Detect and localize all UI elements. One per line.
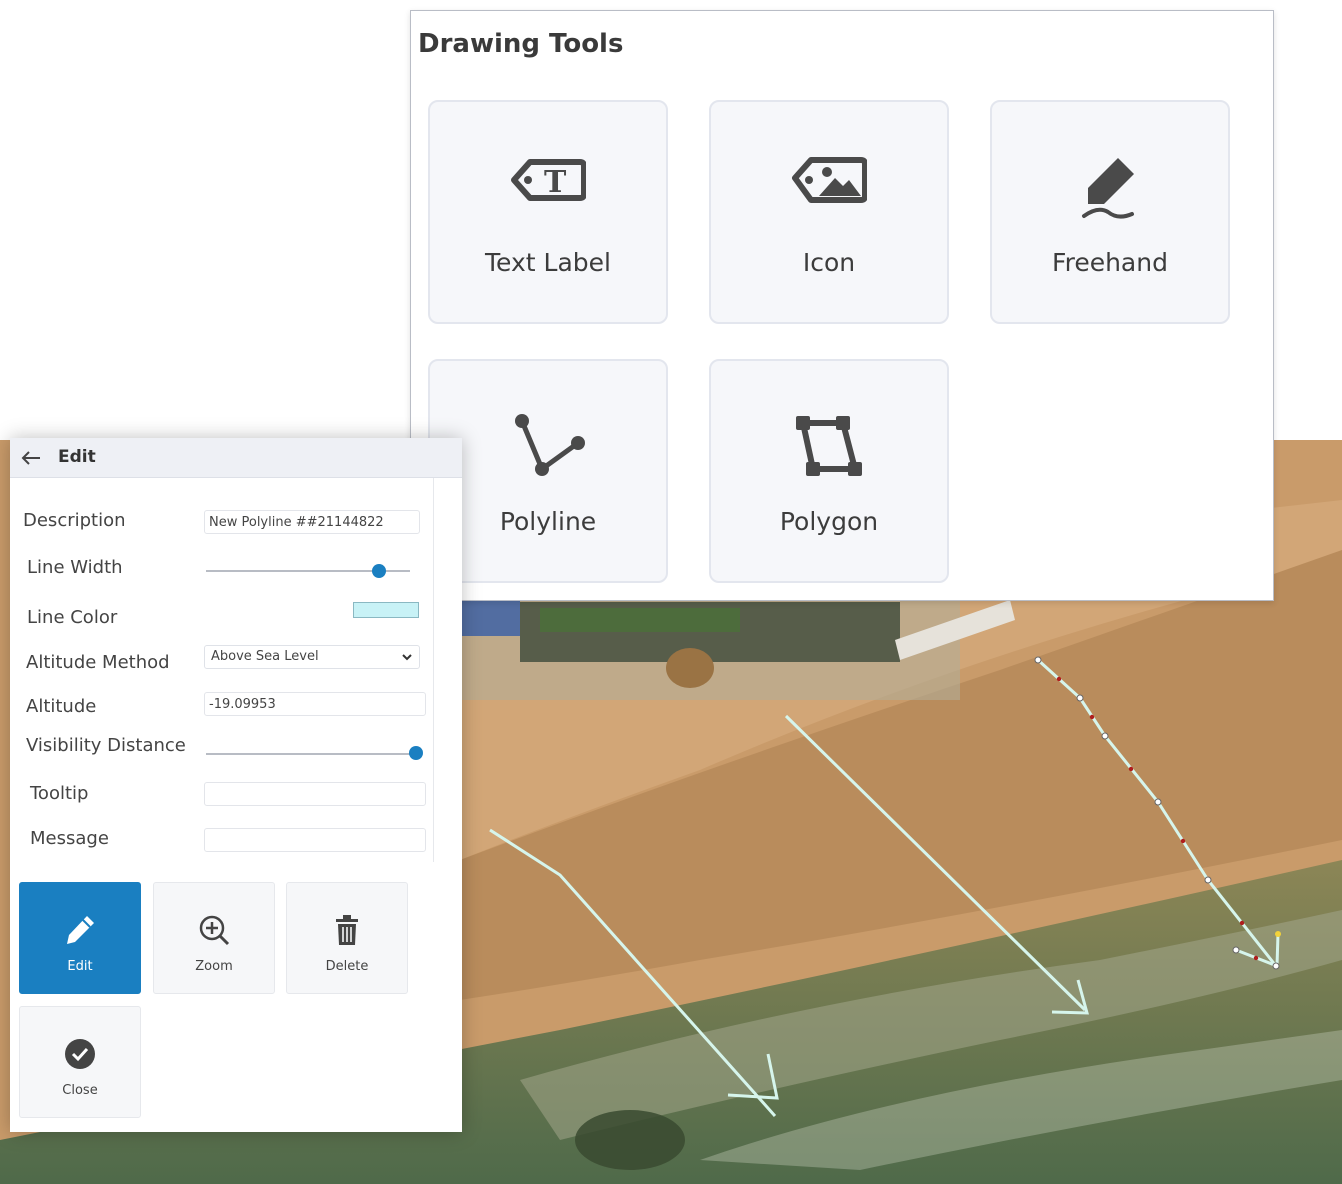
drawing-tools-panel: Drawing Tools T Text Label Icon Freehand… <box>410 10 1274 601</box>
drawing-tools-title: Drawing Tools <box>418 29 624 59</box>
description-label: Description <box>23 510 126 531</box>
tool-label: Freehand <box>1052 248 1168 277</box>
umbrella <box>666 648 714 688</box>
svg-text:T: T <box>544 165 567 200</box>
action-label: Delete <box>325 959 369 974</box>
action-label: Edit <box>67 959 93 974</box>
edit-panel: Edit Description Line Width Line Color A… <box>10 438 462 1132</box>
polygon-icon <box>796 416 862 476</box>
freehand-tool-button[interactable]: Freehand <box>990 100 1230 324</box>
arrow-left-icon[interactable] <box>20 448 42 468</box>
action-label: Zoom <box>195 959 233 974</box>
text-label-tool-button[interactable]: T Text Label <box>428 100 668 324</box>
tool-label: Polyline <box>499 507 597 536</box>
visibility-distance-slider-thumb[interactable] <box>409 746 423 760</box>
action-label: Close <box>62 1083 98 1098</box>
visibility-distance-slider-track[interactable] <box>206 753 416 755</box>
altitude-method-value: Above Sea Level <box>211 649 319 664</box>
polyline-tool-button[interactable]: Polyline <box>428 359 668 583</box>
form-divider <box>433 478 434 862</box>
description-input[interactable] <box>204 510 420 534</box>
line-width-slider-thumb[interactable] <box>372 564 387 578</box>
tool-label: Polygon <box>779 507 879 536</box>
rocks <box>575 1110 685 1170</box>
edit-header: Edit <box>10 438 462 478</box>
text-label-tag-icon: T <box>511 159 586 201</box>
close-action-button[interactable]: Close <box>19 1006 141 1118</box>
edit-title: Edit <box>58 447 96 467</box>
tool-label: Icon <box>802 248 856 277</box>
altitude-method-select[interactable]: Above Sea Level <box>204 645 420 669</box>
delete-action-button[interactable]: Delete <box>286 882 408 994</box>
freehand-pen-icon <box>1082 158 1134 219</box>
message-input[interactable] <box>204 828 426 852</box>
message-label: Message <box>30 828 109 849</box>
altitude-input[interactable] <box>204 692 426 716</box>
polyline-icon <box>515 414 585 476</box>
pencil-icon <box>67 916 94 944</box>
tooltip-input[interactable] <box>204 782 426 806</box>
check-circle-icon <box>65 1039 95 1069</box>
tooltip-label: Tooltip <box>30 783 89 804</box>
image-tag-icon <box>792 157 867 203</box>
line-color-swatch[interactable] <box>353 602 419 618</box>
altitude-method-label: Altitude Method <box>26 652 170 673</box>
altitude-label: Altitude <box>26 696 97 717</box>
edit-action-button[interactable]: Edit <box>19 882 141 994</box>
line-width-label: Line Width <box>27 557 123 578</box>
visibility-distance-label: Visibility Distance <box>26 735 186 756</box>
icon-tool-button[interactable]: Icon <box>709 100 949 324</box>
zoom-action-button[interactable]: Zoom <box>153 882 275 994</box>
polygon-tool-button[interactable]: Polygon <box>709 359 949 583</box>
line-color-label: Line Color <box>27 607 118 628</box>
trash-icon <box>336 915 358 945</box>
chevron-down-icon <box>402 654 412 661</box>
zoom-in-icon <box>199 915 230 946</box>
tool-label: Text Label <box>485 248 611 277</box>
